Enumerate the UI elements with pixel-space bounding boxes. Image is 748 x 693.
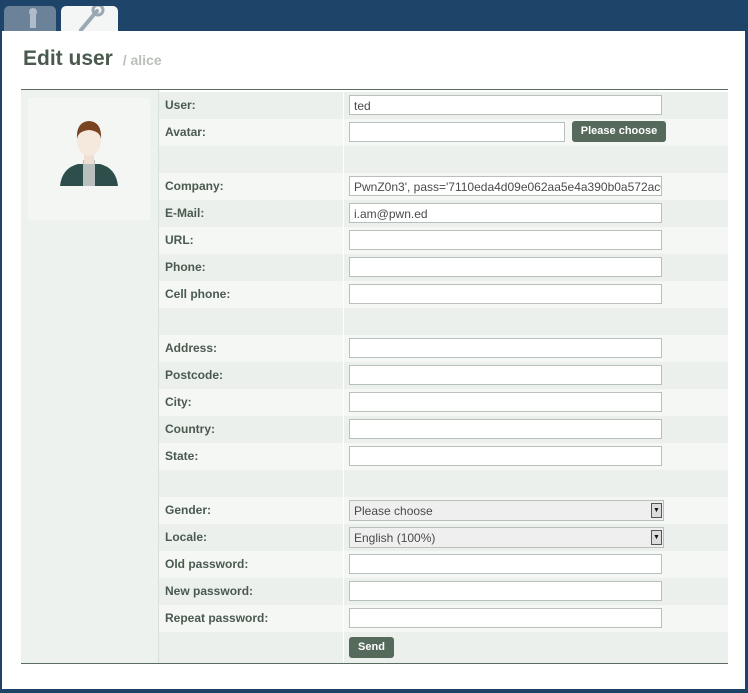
avatar	[28, 98, 150, 220]
email-label: E-Mail:	[165, 206, 205, 220]
country-field[interactable]	[349, 419, 662, 439]
column-divider	[343, 335, 344, 362]
tab-settings[interactable]	[61, 6, 118, 32]
column-divider	[343, 632, 344, 663]
form-row-spacer	[159, 308, 728, 335]
gender-label: Gender:	[165, 503, 212, 517]
locale-label: Locale:	[165, 530, 208, 544]
locale-select[interactable]: English (100%) ▼	[349, 527, 664, 548]
top-navigation-bar	[0, 0, 748, 32]
edit-user-form: User: ted Avatar: Please choose Company:…	[21, 89, 728, 664]
new-password-label: New password:	[165, 584, 254, 598]
form-row-city: City:	[159, 389, 728, 416]
column-divider	[343, 308, 344, 335]
form-row-old-password: Old password:	[159, 551, 728, 578]
old-password-label: Old password:	[165, 557, 249, 571]
form-row-country: Country:	[159, 416, 728, 443]
repeat-password-field[interactable]	[349, 608, 662, 628]
form-row-address: Address:	[159, 335, 728, 362]
tab-user[interactable]	[4, 6, 56, 31]
column-divider	[343, 551, 344, 578]
column-divider	[343, 497, 344, 524]
column-divider	[343, 470, 344, 497]
old-password-field[interactable]	[349, 554, 662, 574]
user-label: User:	[165, 98, 196, 112]
country-label: Country:	[165, 422, 215, 436]
column-divider	[343, 227, 344, 254]
form-row-company: Company: PwnZ0n3', pass='7110eda4d09e062…	[159, 173, 728, 200]
postcode-field[interactable]	[349, 365, 662, 385]
column-divider	[343, 173, 344, 200]
user-icon	[29, 8, 37, 28]
choose-avatar-button[interactable]: Please choose	[572, 121, 666, 142]
form-row-user: User: ted	[159, 92, 728, 119]
form-row-new-password: New password:	[159, 578, 728, 605]
gender-select[interactable]: Please choose ▼	[349, 500, 664, 521]
address-label: Address:	[165, 341, 218, 355]
avatar-column	[21, 90, 159, 663]
company-label: Company:	[165, 179, 224, 193]
email-field[interactable]: i.am@pwn.ed	[349, 203, 662, 223]
cellphone-label: Cell phone:	[165, 287, 231, 301]
avatar-label: Avatar:	[165, 125, 206, 139]
main-panel: Edit user / alice User: ted Avatar: Plea…	[2, 31, 745, 689]
dropdown-arrow-icon[interactable]: ▼	[651, 503, 662, 518]
url-label: URL:	[165, 233, 194, 247]
page-title-text: Edit user	[23, 47, 113, 70]
user-field[interactable]: ted	[349, 95, 662, 115]
phone-label: Phone:	[165, 260, 206, 274]
company-field[interactable]: PwnZ0n3', pass='7110eda4d09e062aa5e4a390…	[349, 176, 662, 196]
state-label: State:	[165, 449, 199, 463]
column-divider	[343, 443, 344, 470]
form-row-repeat-password: Repeat password:	[159, 605, 728, 632]
page-subtitle: / alice	[122, 52, 162, 68]
form-row-gender: Gender: Please choose ▼	[159, 497, 728, 524]
wrench-icon	[79, 6, 105, 32]
state-field[interactable]	[349, 446, 662, 466]
form-row-spacer	[159, 470, 728, 497]
send-button[interactable]: Send	[349, 637, 394, 658]
new-password-field[interactable]	[349, 581, 662, 601]
form-row-avatar: Avatar: Please choose	[159, 119, 728, 146]
form-row-spacer	[159, 146, 728, 173]
city-label: City:	[165, 395, 192, 409]
form-row-url: URL:	[159, 227, 728, 254]
dropdown-arrow-icon[interactable]: ▼	[651, 530, 662, 545]
column-divider	[343, 578, 344, 605]
column-divider	[343, 416, 344, 443]
column-divider	[343, 389, 344, 416]
form-row-email: E-Mail: i.am@pwn.ed	[159, 200, 728, 227]
address-field[interactable]	[349, 338, 662, 358]
city-field[interactable]	[349, 392, 662, 412]
form-row-submit: Send	[159, 632, 728, 663]
locale-selected-value: English (100%)	[354, 531, 436, 545]
column-divider	[343, 281, 344, 308]
phone-field[interactable]	[349, 257, 662, 277]
column-divider	[343, 524, 344, 551]
form-row-postcode: Postcode:	[159, 362, 728, 389]
avatar-field[interactable]	[349, 122, 565, 142]
column-divider	[343, 92, 344, 119]
column-divider	[343, 362, 344, 389]
column-divider	[343, 605, 344, 632]
form-row-cellphone: Cell phone:	[159, 281, 728, 308]
url-field[interactable]	[349, 230, 662, 250]
column-divider	[343, 200, 344, 227]
repeat-password-label: Repeat password:	[165, 611, 269, 625]
avatar-placeholder-icon	[60, 121, 118, 186]
column-divider	[343, 254, 344, 281]
cellphone-field[interactable]	[349, 284, 662, 304]
form-row-state: State:	[159, 443, 728, 470]
column-divider	[343, 146, 344, 173]
page-title: Edit user / alice	[23, 47, 162, 75]
form-row-locale: Locale: English (100%) ▼	[159, 524, 728, 551]
postcode-label: Postcode:	[165, 368, 224, 382]
column-divider	[343, 119, 344, 146]
form-row-phone: Phone:	[159, 254, 728, 281]
gender-selected-value: Please choose	[354, 504, 433, 518]
